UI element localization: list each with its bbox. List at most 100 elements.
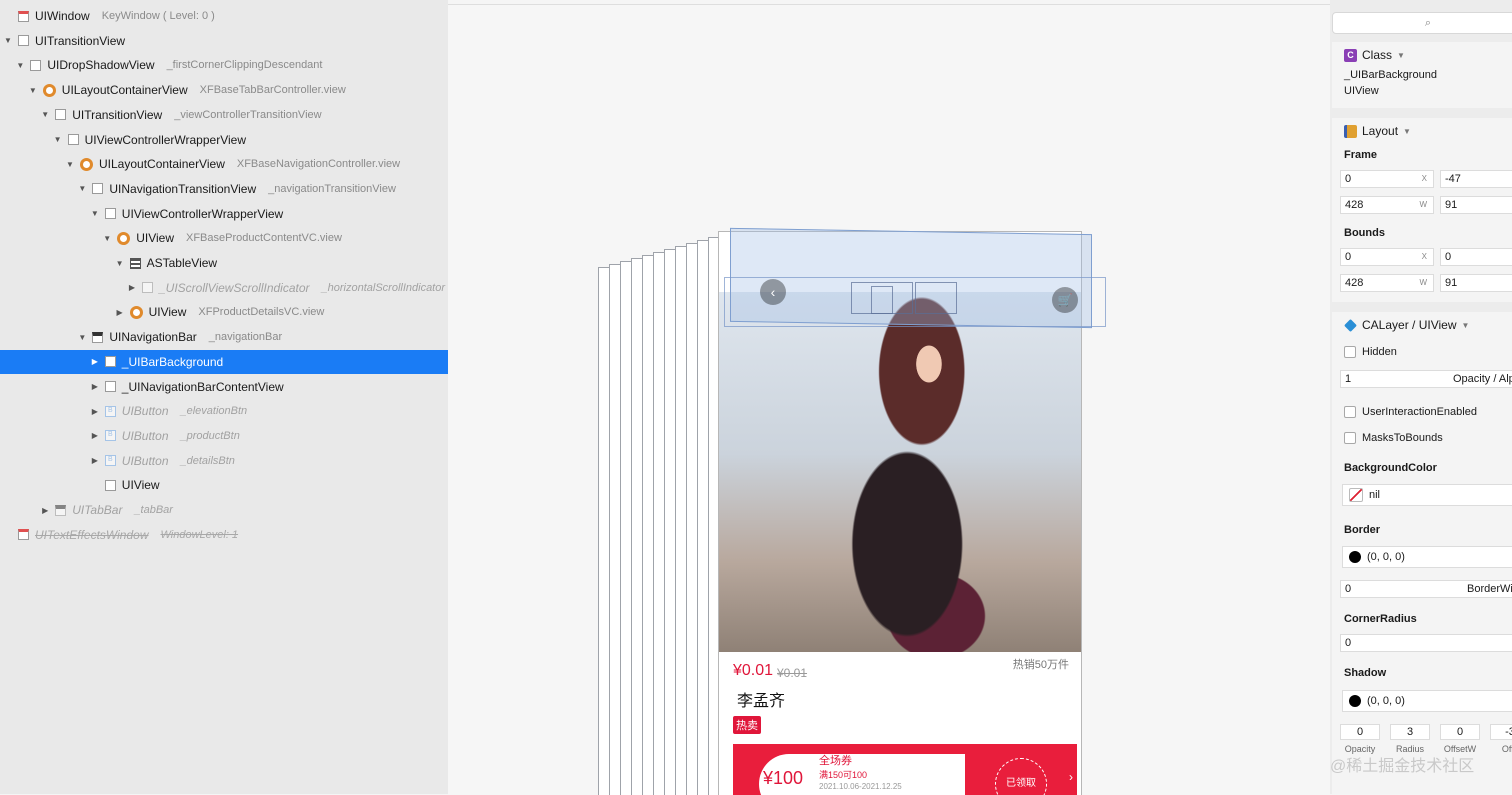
bounds-w-field[interactable]: 428 W — [1340, 274, 1434, 292]
back-icon[interactable]: ‹ — [760, 279, 786, 305]
color-swatch-icon — [1349, 551, 1361, 563]
tree-row[interactable]: UIView — [0, 473, 448, 497]
disclosure-open-icon[interactable]: ▼ — [14, 61, 26, 70]
coupon-banner[interactable]: ¥100 全场券 满150可100 2021.10.06-2021.12.25 … — [733, 744, 1077, 795]
disclosure-closed-icon[interactable]: ▶ — [89, 431, 101, 440]
tree-row[interactable]: ▼ UIView XFBaseProductContentVC.view — [0, 226, 448, 250]
user-interaction-checkbox[interactable]: UserInteractionEnabled — [1344, 406, 1477, 418]
tree-row-name: _UINavigationBarContentView — [121, 379, 284, 394]
chevron-down-icon: ▼ — [1397, 50, 1405, 60]
tree-row-name: UIDropShadowView — [47, 58, 155, 73]
layout-section-header[interactable]: Layout ▼ — [1344, 124, 1411, 138]
disclosure-closed-icon[interactable]: ▶ — [89, 357, 101, 366]
bounds-h-field[interactable]: 91 — [1440, 274, 1512, 292]
view-icon — [30, 59, 42, 71]
tree-row-subtitle: _detailsBtn — [180, 454, 235, 467]
coupon-title: 全场券 — [819, 755, 852, 767]
masks-to-bounds-checkbox[interactable]: MasksToBounds — [1344, 432, 1443, 444]
tree-row[interactable]: ▼ UITransitionView — [0, 29, 448, 53]
button-icon: B — [104, 430, 116, 442]
disclosure-closed-icon[interactable]: ▶ — [126, 283, 138, 292]
product-sales-count: 热销50万件 — [1012, 659, 1069, 671]
search-icon: ⌕ — [1424, 17, 1432, 29]
product-photo — [719, 292, 1081, 652]
class-section-header[interactable]: C Class ▼ — [1344, 48, 1405, 62]
view-debug-canvas[interactable]: ¥0.01 ¥0.01 热销50万件 李孟齐 热卖 ¥100 全场券 满150可… — [448, 4, 1330, 795]
disclosure-open-icon[interactable]: ▼ — [27, 86, 39, 95]
shadow-color-field[interactable]: (0, 0, 0) — [1342, 690, 1512, 712]
tree-row-subtitle: _tabBar — [134, 504, 173, 516]
tree-row-subtitle: XFProductDetailsVC.view — [198, 306, 325, 319]
disclosure-open-icon[interactable]: ▼ — [76, 184, 88, 193]
shadow-radius-field[interactable]: 3 — [1390, 724, 1430, 740]
shadow-offset-w-field[interactable]: 0 — [1440, 724, 1480, 740]
shadow-opacity-field[interactable]: 0 — [1340, 724, 1380, 740]
disclosure-open-icon[interactable]: ▼ — [39, 110, 51, 119]
frame-x-field[interactable]: 0X — [1340, 170, 1434, 188]
frame-y-field[interactable]: -47 — [1440, 170, 1512, 188]
disclosure-open-icon[interactable]: ▼ — [101, 234, 113, 243]
inspector-search-field[interactable]: ⌕ — [1332, 12, 1512, 34]
calayer-section: CALayer / UIView ▼ Hidden 1 Opacity / Alp… — [1332, 312, 1512, 794]
opacity-field[interactable]: 1 Opacity / Alp — [1340, 370, 1512, 388]
calayer-section-header[interactable]: CALayer / UIView ▼ — [1344, 318, 1469, 332]
disclosure-open-icon[interactable]: ▼ — [64, 160, 76, 169]
frame-w-field[interactable]: 428 W — [1340, 196, 1434, 214]
corner-radius-field[interactable]: 0 — [1340, 634, 1512, 652]
tree-row[interactable]: ▶ _UINavigationBarContentView — [0, 375, 448, 399]
frame-h-field[interactable]: 91 — [1440, 196, 1512, 214]
tree-row-name: _UIBarBackground — [121, 354, 224, 369]
tree-row[interactable]: ▶ _UIBarBackground — [0, 349, 448, 374]
disclosure-open-icon[interactable]: ▼ — [2, 36, 14, 45]
tree-row[interactable]: ▼ UINavigationTransitionView _navigationTr… — [0, 177, 448, 201]
tree-row[interactable]: ▶ B UIButton _elevationBtn — [0, 399, 448, 423]
tree-row[interactable]: ▶ B UIButton _productBtn — [0, 424, 448, 448]
disclosure-closed-icon[interactable]: ▶ — [39, 506, 51, 515]
tree-row[interactable]: ▶ B UIButton _detailsBtn — [0, 449, 448, 473]
coupon-claimed-button[interactable]: 已领取 — [995, 758, 1047, 795]
background-color-field[interactable]: nil — [1342, 484, 1512, 506]
hidden-checkbox[interactable]: Hidden — [1344, 346, 1397, 358]
tree-row-name: UIButton — [121, 453, 169, 468]
tree-row[interactable]: ▼ UILayoutContainerView XFBaseNavigationCo… — [0, 152, 448, 176]
attributes-inspector: ⌕ C Class ▼ _UIBarBackground UIView Layo… — [1330, 0, 1512, 794]
disclosure-open-icon[interactable]: ▼ — [89, 209, 101, 218]
tree-row[interactable]: UIWindow KeyWindow ( Level: 0 ) — [0, 4, 448, 28]
view-icon — [142, 282, 153, 294]
view-icon — [67, 134, 79, 145]
tree-row[interactable]: ▼ ASTableView — [0, 251, 448, 275]
tree-row-subtitle: _viewControllerTransitionView — [174, 108, 322, 121]
frame-label: Frame — [1344, 149, 1378, 161]
shadow-offset-h-field[interactable]: -3 — [1490, 724, 1512, 740]
tree-row[interactable]: ▶ UITabBar _tabBar — [0, 498, 448, 522]
bar-icon — [55, 504, 67, 516]
tree-row[interactable]: ▼ UILayoutContainerView XFBaseTabBarContro… — [0, 78, 448, 102]
border-color-field[interactable]: (0, 0, 0) — [1342, 546, 1512, 568]
view-hierarchy-tree[interactable]: UIWindow KeyWindow ( Level: 0 ) ▼ UITransit… — [0, 0, 448, 794]
view-icon — [92, 183, 104, 195]
view-icon — [55, 109, 67, 121]
disclosure-closed-icon[interactable]: ▶ — [89, 382, 101, 391]
bounds-y-field[interactable]: 0 — [1440, 248, 1512, 266]
tree-row[interactable]: ▼ UIDropShadowView _firstCornerClippingDes… — [0, 53, 448, 77]
bounds-x-field[interactable]: 0X — [1340, 248, 1434, 266]
tree-row[interactable]: ▼ UIViewControllerWrapperView — [0, 128, 448, 152]
tree-row[interactable]: ▼ UINavigationBar _navigationBar — [0, 325, 448, 349]
view-icon — [104, 208, 116, 220]
tree-row[interactable]: ▶ UIView XFProductDetailsVC.view — [0, 300, 448, 324]
border-width-field[interactable]: 0 BorderWi — [1340, 580, 1512, 598]
cart-icon[interactable]: 🛒 — [1052, 287, 1078, 313]
disclosure-open-icon[interactable]: ▼ — [52, 135, 64, 144]
disclosure-closed-icon[interactable]: ▶ — [89, 407, 101, 416]
chevron-down-icon: ▼ — [1403, 126, 1411, 136]
disclosure-open-icon[interactable]: ▼ — [76, 333, 88, 342]
tree-row[interactable]: ▶ _UIScrollViewScrollIndicator _horizontal… — [0, 276, 448, 300]
shadow-offset-h-label: Offs — [1501, 744, 1512, 754]
tree-row[interactable]: UITextEffectsWindow WindowLevel: 1 — [0, 523, 448, 547]
tree-row[interactable]: ▼ UITransitionView _viewControllerTransiti… — [0, 103, 448, 127]
disclosure-closed-icon[interactable]: ▶ — [114, 308, 126, 317]
disclosure-closed-icon[interactable]: ▶ — [89, 456, 101, 465]
bounds-label: Bounds — [1344, 227, 1385, 239]
tree-row[interactable]: ▼ UIViewControllerWrapperView — [0, 202, 448, 226]
disclosure-open-icon[interactable]: ▼ — [114, 259, 126, 268]
